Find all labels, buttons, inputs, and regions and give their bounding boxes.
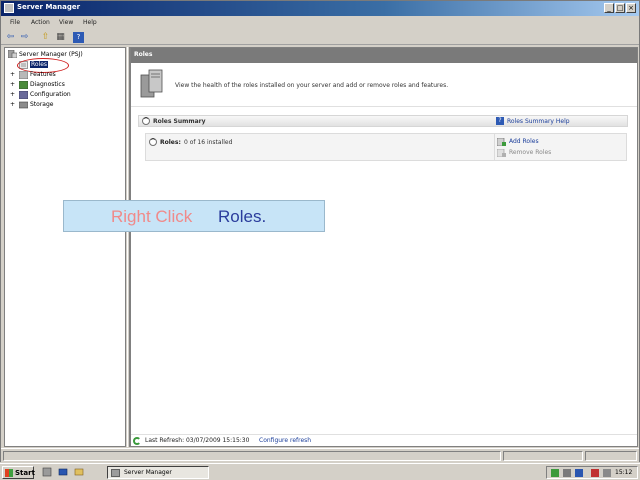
storage-expander[interactable]: + bbox=[10, 101, 15, 108]
help-icon[interactable]: ? bbox=[73, 32, 84, 43]
callout-target-text: Roles. bbox=[218, 207, 267, 226]
title-bar[interactable]: Server Manager _ □ × bbox=[1, 1, 639, 16]
status-pane-3 bbox=[585, 451, 637, 461]
up-folder-icon[interactable]: ⇧ bbox=[40, 32, 51, 43]
roles-count-value: 0 of 16 installed bbox=[184, 139, 233, 146]
start-label: Start bbox=[15, 469, 35, 477]
roles-description: View the health of the roles installed o… bbox=[175, 82, 449, 89]
update-tray-icon[interactable] bbox=[575, 469, 583, 477]
show-hide-tree-icon[interactable]: ▦ bbox=[55, 32, 66, 43]
minimize-button[interactable]: _ bbox=[604, 3, 614, 13]
content-header-title: Roles bbox=[134, 51, 153, 58]
close-button[interactable]: × bbox=[626, 3, 636, 13]
taskbar-task-label: Server Manager bbox=[124, 469, 172, 476]
configuration-icon bbox=[19, 91, 28, 99]
features-expander[interactable]: + bbox=[10, 71, 15, 78]
remove-roles-link[interactable]: Remove Roles bbox=[509, 149, 551, 156]
diagnostics-icon bbox=[19, 81, 28, 89]
content-header: Roles bbox=[131, 48, 637, 63]
diagnostics-expander[interactable]: + bbox=[10, 81, 15, 88]
taskbar: Start Server Manager 15:12 bbox=[0, 463, 640, 480]
callout-action-text: Right Click bbox=[111, 207, 193, 226]
server-root-icon bbox=[8, 50, 17, 58]
storage-icon bbox=[19, 101, 28, 109]
instruction-callout: Right Click Roles. bbox=[63, 200, 325, 232]
powershell-quicklaunch-icon[interactable] bbox=[58, 467, 68, 477]
tree-item-features[interactable]: Features bbox=[30, 71, 56, 78]
roles-summary-title: Roles Summary bbox=[153, 118, 206, 125]
menu-file[interactable]: File bbox=[10, 19, 20, 26]
roles-summary-section: ^ Roles Summary ? Roles Summary Help bbox=[138, 115, 628, 127]
system-tray: 15:12 bbox=[546, 466, 638, 479]
last-refresh-text: Last Refresh: 03/07/2009 15:15:30 bbox=[145, 437, 250, 444]
collapse-section-icon[interactable]: ^ bbox=[142, 117, 150, 125]
server-manager-app-icon bbox=[4, 3, 14, 13]
tree-item-diagnostics[interactable]: Diagnostics bbox=[30, 81, 65, 88]
back-icon[interactable]: ⇦ bbox=[5, 32, 16, 43]
roles-content-pane: Roles View the health of the roles insta… bbox=[130, 47, 638, 447]
security-tray-icon[interactable] bbox=[591, 469, 599, 477]
maximize-button[interactable]: □ bbox=[615, 3, 625, 13]
server-tray-icon[interactable] bbox=[563, 469, 571, 477]
server-manager-quicklaunch-icon[interactable] bbox=[42, 467, 52, 477]
roles-actions: Add Roles Remove Roles bbox=[494, 134, 627, 160]
features-icon bbox=[19, 71, 28, 79]
menu-bar: File Action View Help bbox=[1, 17, 639, 29]
network-tray-icon[interactable] bbox=[551, 469, 559, 477]
toolbar: ⇦ ⇨ ⇧ ▦ ? bbox=[1, 30, 639, 45]
roles-count-label: Roles: bbox=[160, 139, 181, 146]
taskbar-server-manager-button[interactable]: Server Manager bbox=[107, 466, 209, 479]
status-pane-main bbox=[3, 451, 501, 461]
menu-action[interactable]: Action bbox=[31, 19, 50, 26]
start-button[interactable]: Start bbox=[2, 466, 35, 479]
explorer-quicklaunch-icon[interactable] bbox=[74, 467, 84, 477]
server-manager-task-icon bbox=[111, 469, 120, 477]
server-icon bbox=[140, 69, 163, 98]
tree-item-configuration[interactable]: Configuration bbox=[30, 91, 71, 98]
refresh-icon[interactable] bbox=[133, 437, 141, 445]
menu-view[interactable]: View bbox=[59, 19, 73, 26]
add-roles-link[interactable]: Add Roles bbox=[509, 138, 539, 145]
configuration-expander[interactable]: + bbox=[10, 91, 15, 98]
menu-help[interactable]: Help bbox=[83, 19, 97, 26]
windows-logo-icon bbox=[5, 469, 13, 477]
tree-item-storage[interactable]: Storage bbox=[30, 101, 53, 108]
status-pane-2 bbox=[503, 451, 583, 461]
collapse-roles-icon[interactable]: ^ bbox=[149, 138, 157, 146]
status-bar bbox=[1, 448, 639, 462]
roles-summary-box: ^ Roles: 0 of 16 installed Add Roles Rem… bbox=[145, 133, 627, 161]
add-roles-icon bbox=[497, 138, 506, 146]
refresh-status-bar: Last Refresh: 03/07/2009 15:15:30 Config… bbox=[131, 434, 637, 446]
volume-tray-icon[interactable] bbox=[603, 469, 611, 477]
roles-summary-help-icon[interactable]: ? bbox=[496, 117, 504, 125]
roles-summary-help-link[interactable]: Roles Summary Help bbox=[507, 118, 570, 125]
configure-refresh-link[interactable]: Configure refresh bbox=[259, 437, 311, 444]
navigation-tree: Server Manager (PSJ) Roles + Features + … bbox=[4, 47, 126, 447]
tree-root-server-manager[interactable]: Server Manager (PSJ) bbox=[19, 51, 83, 58]
roles-banner: View the health of the roles installed o… bbox=[131, 63, 637, 107]
forward-icon[interactable]: ⇨ bbox=[19, 32, 30, 43]
remove-roles-icon bbox=[497, 149, 506, 157]
clock[interactable]: 15:12 bbox=[615, 469, 632, 476]
window-title: Server Manager bbox=[17, 3, 81, 11]
